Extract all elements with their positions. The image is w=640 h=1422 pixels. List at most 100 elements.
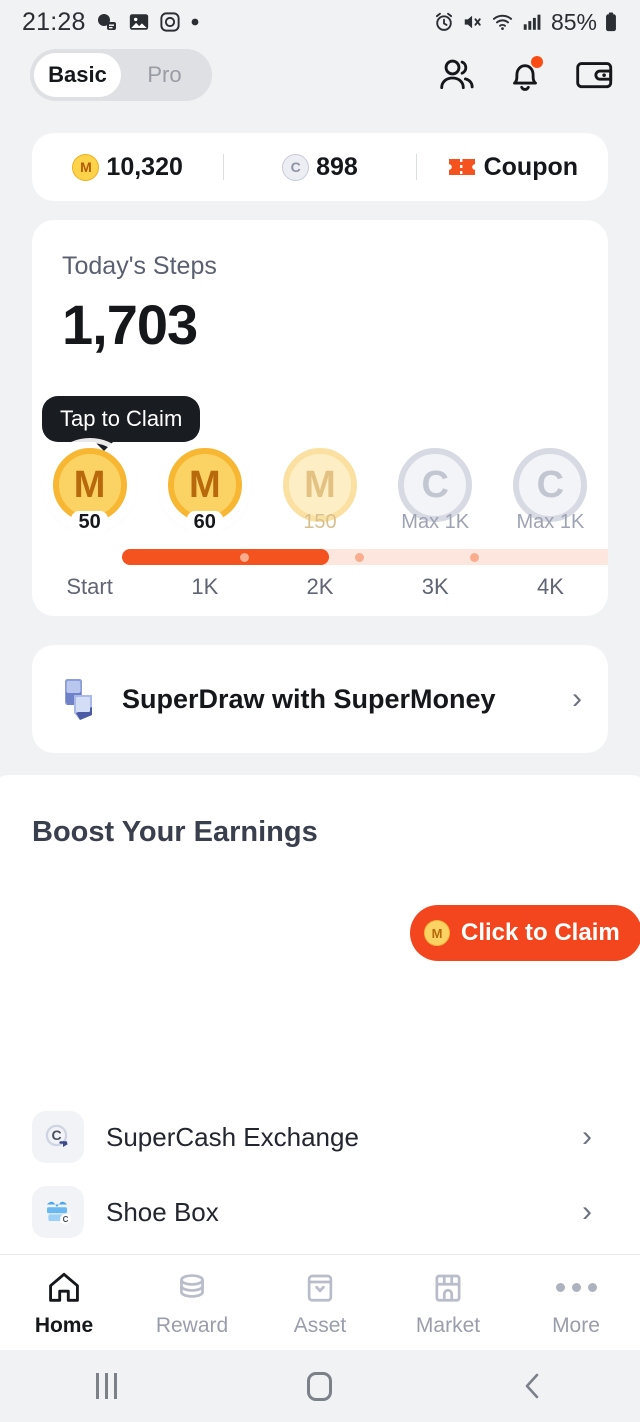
tab-label: Reward [155, 1313, 229, 1337]
cash-coin-icon: C [282, 153, 310, 181]
signal-icon [523, 14, 541, 30]
tab-pro[interactable]: Pro [121, 53, 208, 97]
tab-label: Market [415, 1313, 481, 1337]
progress-dot [355, 553, 364, 562]
balance-coupon[interactable]: Coupon [417, 153, 608, 182]
tab-market[interactable]: Market [384, 1268, 512, 1338]
superdraw-card[interactable]: SuperDraw with SuperMoney › [32, 645, 608, 753]
tab-more[interactable]: More [512, 1268, 640, 1338]
friends-icon[interactable] [436, 54, 478, 96]
milestone-5: C Max 1K [493, 448, 608, 534]
wifi-icon [492, 14, 513, 30]
gallery-icon [129, 14, 148, 30]
mute-icon [464, 15, 481, 29]
coin-symbol: C [421, 463, 449, 506]
home-button[interactable] [213, 1371, 426, 1401]
click-to-claim-button[interactable]: M Click to Claim [410, 905, 640, 961]
superdraw-title: SuperDraw with SuperMoney [122, 683, 496, 714]
status-bar: 21:28 85% [0, 0, 640, 44]
milestone-caption: 50 [71, 511, 108, 534]
tick-label: Start [66, 574, 113, 599]
chevron-right-icon[interactable]: › [572, 684, 582, 714]
progress-dot [470, 553, 479, 562]
balance-bar: M 10,320 C 898 Coupon [32, 133, 608, 201]
balance-money[interactable]: M 10,320 [32, 153, 223, 182]
market-store-icon [435, 1274, 461, 1302]
more-dots-icon [555, 1268, 597, 1308]
status-bar-right: 85% [433, 9, 618, 36]
status-bar-left: 21:28 [22, 8, 200, 37]
chevron-right-icon[interactable]: › [582, 1197, 592, 1227]
tick-label: 4K [536, 574, 564, 599]
back-icon [526, 1373, 539, 1399]
tab-label: Asset [293, 1313, 347, 1337]
tab-asset[interactable]: Asset [256, 1268, 384, 1338]
milestone-2[interactable]: M 60 [147, 448, 262, 534]
recents-button[interactable] [0, 1373, 213, 1399]
progress-ticks: Start 1K 2K 3K 4K [32, 574, 608, 600]
foldable-phone-icon [65, 679, 92, 720]
tab-label: Home [34, 1313, 94, 1337]
back-button[interactable] [427, 1371, 640, 1401]
dot-icon [191, 18, 198, 26]
claim-label: Click to Claim [461, 919, 620, 946]
recents-icon [96, 1373, 118, 1399]
progress-dot [240, 553, 249, 562]
chat-icon [97, 14, 116, 30]
list-item-supercash-exchange[interactable]: C SuperCash Exchange › [32, 1100, 592, 1174]
steps-value: 1,703 [62, 293, 198, 356]
tab-home[interactable]: Home [0, 1268, 128, 1338]
asset-bag-icon [307, 1274, 333, 1302]
system-navigation-bar [0, 1350, 640, 1422]
wallet-icon[interactable] [572, 54, 614, 96]
steps-label: Today's Steps [62, 252, 217, 280]
home-square-icon [307, 1371, 333, 1401]
app-screen: 21:28 85% Basic Pro M 10,320 C 898 Coupo… [0, 0, 640, 1422]
coin-symbol: M [304, 463, 336, 506]
milestone-1[interactable]: M 50 [32, 448, 147, 534]
milestone-row: M 50 M 60 M 150 C Max 1K C Max 1K [32, 448, 608, 534]
shoe-box-icon: C [32, 1186, 84, 1238]
coins-icon [180, 1273, 204, 1298]
tick-label: 2K [306, 574, 334, 599]
boost-title: Boost Your Earnings [32, 816, 318, 848]
progress-track [122, 549, 608, 565]
tap-to-claim-tooltip[interactable]: Tap to Claim [42, 396, 201, 451]
bottom-navigation: Home Reward Asset Market More [0, 1254, 640, 1350]
chevron-right-icon[interactable]: › [582, 1122, 592, 1152]
coupon-label: Coupon [483, 152, 579, 181]
progress-fill [122, 549, 329, 565]
milestone-caption: Max 1K [401, 511, 470, 533]
svg-text:C: C [51, 1127, 61, 1143]
balance-cash[interactable]: C 898 [224, 153, 415, 182]
money-coin-icon: M [72, 153, 100, 181]
alarm-icon [435, 12, 453, 31]
svg-text:C: C [63, 1215, 69, 1224]
milestone-caption: 60 [186, 511, 223, 534]
bell-icon[interactable] [504, 54, 546, 96]
coupon-icon [448, 159, 475, 175]
money-amount: 10,320 [106, 152, 183, 181]
claim-coin-icon: M [424, 920, 450, 946]
list-item-shoe-box[interactable]: C Shoe Box › [32, 1175, 592, 1249]
home-icon [49, 1272, 79, 1302]
milestone-caption: Max 1K [516, 511, 585, 533]
list-item-label: Shoe Box [106, 1196, 219, 1227]
milestone-4: C Max 1K [378, 448, 493, 534]
tab-reward[interactable]: Reward [128, 1268, 256, 1338]
battery-icon [606, 12, 616, 32]
supercash-exchange-icon: C [32, 1111, 84, 1163]
battery-percent: 85% [550, 8, 597, 35]
app-header: Basic Pro [0, 46, 640, 104]
tick-label: 3K [421, 574, 449, 599]
tab-label: More [552, 1313, 600, 1337]
mode-toggle[interactable]: Basic Pro [30, 49, 212, 101]
milestone-3: M 150 [262, 448, 377, 534]
tab-basic[interactable]: Basic [34, 53, 121, 97]
milestone-caption: 150 [303, 511, 337, 533]
steps-card: Today's Steps 1,703 Tap to Claim M 50 M … [32, 220, 608, 616]
list-item-label: SuperCash Exchange [106, 1121, 359, 1152]
boost-earnings-card: Boost Your Earnings M Click to Claim C S… [0, 775, 640, 1295]
cash-amount: 898 [316, 152, 358, 181]
status-time: 21:28 [22, 7, 86, 36]
